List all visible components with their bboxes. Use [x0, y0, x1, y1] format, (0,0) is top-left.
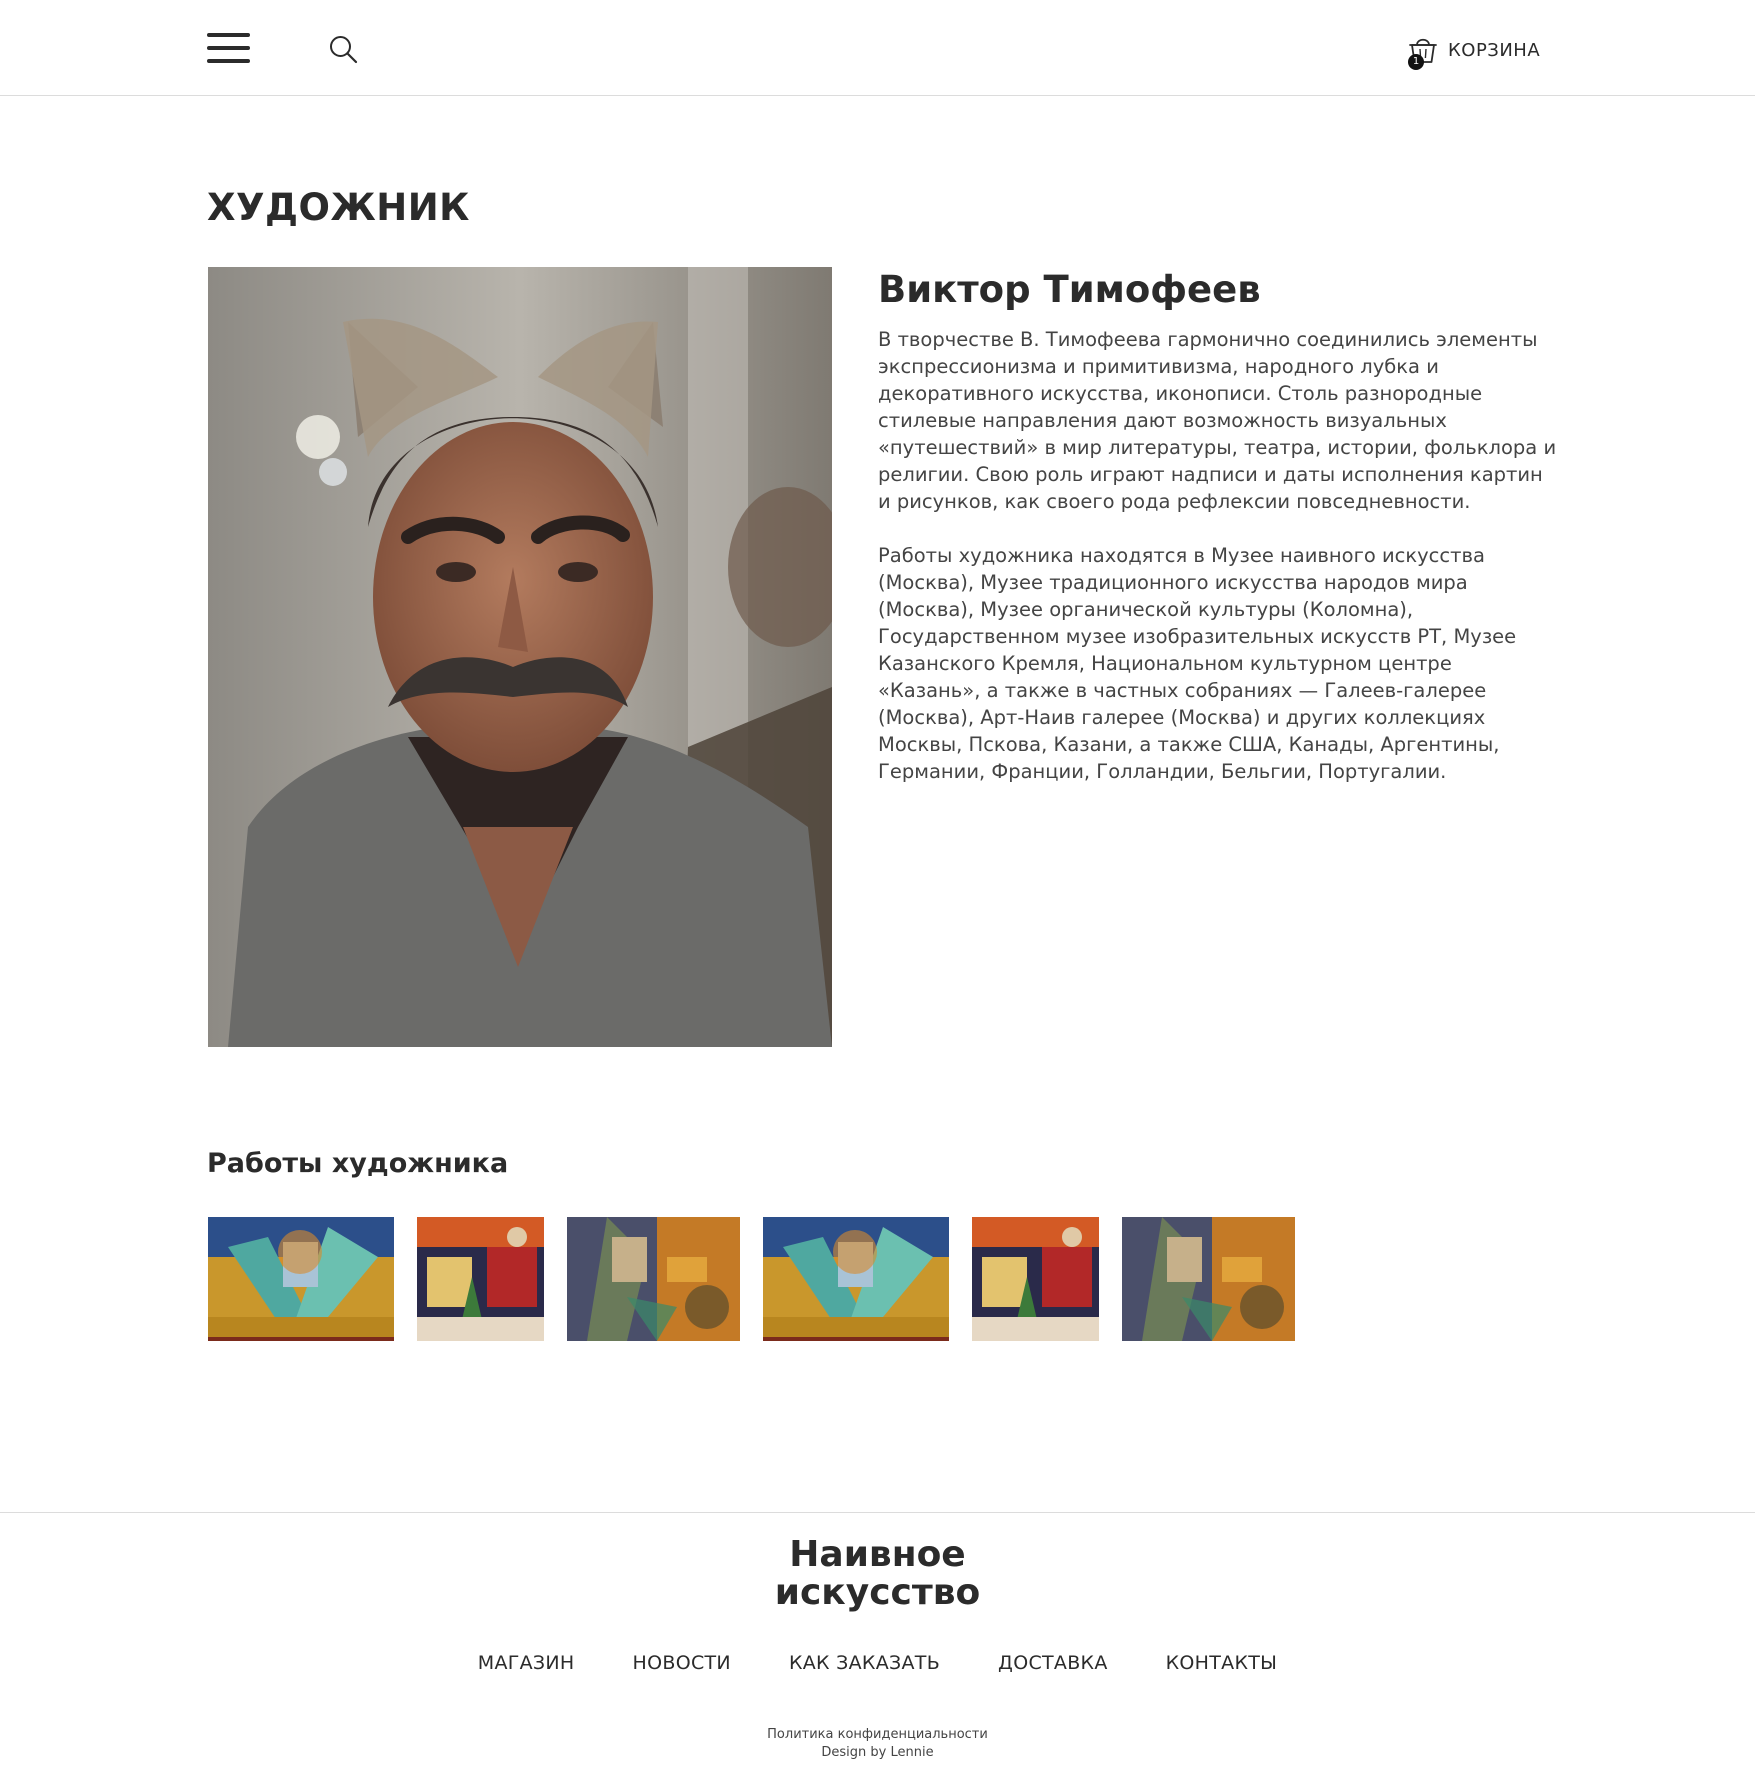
- footer-nav-shop[interactable]: МАГАЗИН: [478, 1652, 575, 1674]
- works-section-title: Работы художника: [207, 1148, 509, 1179]
- artwork-thumbnail[interactable]: [1122, 1217, 1295, 1341]
- artist-name: Виктор Тимофеев: [878, 268, 1261, 311]
- design-credit-link[interactable]: Design by Lennie: [821, 1745, 933, 1760]
- footer-divider: [0, 1512, 1755, 1513]
- cart-button[interactable]: 1 КОРЗИНА: [1406, 30, 1540, 70]
- footer-nav-how-to-order[interactable]: КАК ЗАКАЗАТЬ: [789, 1652, 940, 1674]
- artist-bio-paragraph: Работы художника находятся в Музее наивн…: [878, 544, 1517, 783]
- cart-count-badge: 1: [1408, 54, 1424, 70]
- site-header: 1 КОРЗИНА: [0, 0, 1755, 96]
- artwork-thumbnail[interactable]: [763, 1217, 949, 1341]
- artist-bio: В творчестве В. Тимофеева гармонично сое…: [878, 326, 1558, 812]
- artwork-thumbnail[interactable]: [972, 1217, 1099, 1341]
- shopping-basket-icon: 1: [1406, 33, 1440, 70]
- artist-portrait-image: [208, 267, 832, 1047]
- page-title: ХУДОЖНИК: [207, 186, 470, 229]
- footer-nav-news[interactable]: НОВОСТИ: [633, 1652, 731, 1674]
- footer-nav-delivery[interactable]: ДОСТАВКА: [998, 1652, 1108, 1674]
- cart-label: КОРЗИНА: [1448, 39, 1541, 61]
- footer-logo[interactable]: Наивное искусство: [0, 1536, 1755, 1612]
- footer-nav: МАГАЗИН НОВОСТИ КАК ЗАКАЗАТЬ ДОСТАВКА КО…: [0, 1652, 1755, 1674]
- search-icon[interactable]: [328, 34, 358, 64]
- privacy-policy-link[interactable]: Политика конфиденциальности: [767, 1727, 988, 1742]
- artwork-thumbnail[interactable]: [208, 1217, 394, 1341]
- artwork-thumbnail[interactable]: [567, 1217, 740, 1341]
- footer-meta: Политика конфиденциальности Design by Le…: [0, 1726, 1755, 1762]
- footer-nav-contacts[interactable]: КОНТАКТЫ: [1166, 1652, 1278, 1674]
- hamburger-menu-icon[interactable]: [207, 33, 250, 63]
- artist-bio-paragraph: В творчестве В. Тимофеева гармонично сое…: [878, 328, 1557, 513]
- footer-logo-line1: Наивное: [789, 1534, 966, 1575]
- artwork-thumbnail[interactable]: [417, 1217, 544, 1341]
- footer-logo-line2: искусство: [774, 1572, 981, 1613]
